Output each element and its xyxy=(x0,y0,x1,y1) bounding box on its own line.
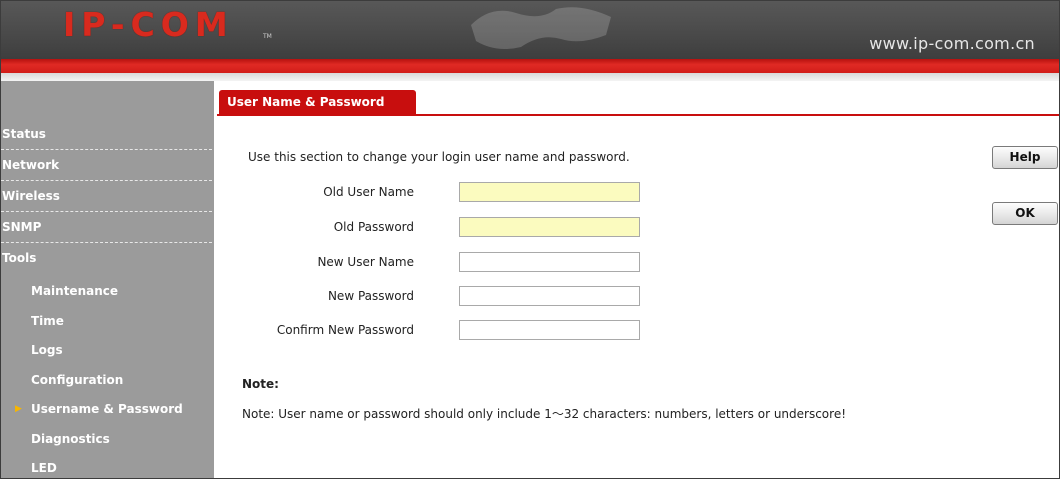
sidebar-item-status[interactable]: Status xyxy=(1,119,212,150)
sidebar-subitem-led[interactable]: LED xyxy=(1,453,211,478)
note-heading: Note: xyxy=(242,377,279,391)
brand-logo: IP-COM xyxy=(63,5,234,44)
router-admin-window: IP-COM TM www.ip-com.com.cn Status Netwo… xyxy=(0,0,1060,479)
sidebar-item-wireless[interactable]: Wireless xyxy=(1,181,212,212)
old-password-input[interactable] xyxy=(459,217,640,237)
active-arrow-icon: ▶ xyxy=(15,404,22,414)
sidebar-subitem-configuration[interactable]: Configuration xyxy=(1,365,211,395)
sidebar-subitem-label: Configuration xyxy=(31,373,124,387)
world-map-graphic xyxy=(471,7,611,49)
trademark-mark: TM xyxy=(263,33,272,40)
sidebar-subitem-label: Logs xyxy=(31,343,63,357)
new-username-input[interactable] xyxy=(459,252,640,272)
new-password-label: New Password xyxy=(327,289,414,303)
confirm-password-input[interactable] xyxy=(459,320,640,340)
header-red-band xyxy=(1,59,1059,73)
sidebar-subitem-logs[interactable]: Logs xyxy=(1,335,211,365)
sidebar-nav: Status Network Wireless SNMP Tools Maint… xyxy=(1,81,214,478)
section-description: Use this section to change your login us… xyxy=(248,150,630,164)
ok-button[interactable]: OK xyxy=(992,202,1058,225)
sidebar-subitem-label: LED xyxy=(31,461,57,475)
website-url: www.ip-com.com.cn xyxy=(869,34,1035,53)
help-button[interactable]: Help xyxy=(992,146,1058,169)
sidebar-item-tools[interactable]: Tools xyxy=(1,243,212,273)
sidebar-subitem-label: Username & Password xyxy=(31,402,183,416)
header: IP-COM TM www.ip-com.com.cn xyxy=(1,1,1059,59)
sidebar-item-snmp[interactable]: SNMP xyxy=(1,212,212,243)
old-username-label: Old User Name xyxy=(323,185,414,199)
sidebar-subitem-diagnostics[interactable]: Diagnostics xyxy=(1,424,211,454)
header-divider xyxy=(1,73,1059,81)
sidebar-item-network[interactable]: Network xyxy=(1,150,212,181)
sidebar-subitem-maintenance[interactable]: Maintenance xyxy=(1,276,211,306)
sidebar-subitem-label: Time xyxy=(31,314,64,328)
tab-user-name-password[interactable]: User Name & Password xyxy=(219,90,416,114)
note-text: Note: User name or password should only … xyxy=(242,407,847,421)
new-password-input[interactable] xyxy=(459,286,640,306)
sidebar-subitem-username-password[interactable]: ▶ Username & Password xyxy=(1,394,211,424)
sidebar-subitem-label: Diagnostics xyxy=(31,432,110,446)
old-password-label: Old Password xyxy=(333,220,414,234)
sidebar-subitem-time[interactable]: Time xyxy=(1,306,211,336)
confirm-password-label: Confirm New Password xyxy=(276,323,414,337)
tab-underline xyxy=(217,114,1059,116)
old-username-input[interactable] xyxy=(459,182,640,202)
new-username-label: New User Name xyxy=(317,255,414,269)
sidebar-subitem-label: Maintenance xyxy=(31,284,119,298)
